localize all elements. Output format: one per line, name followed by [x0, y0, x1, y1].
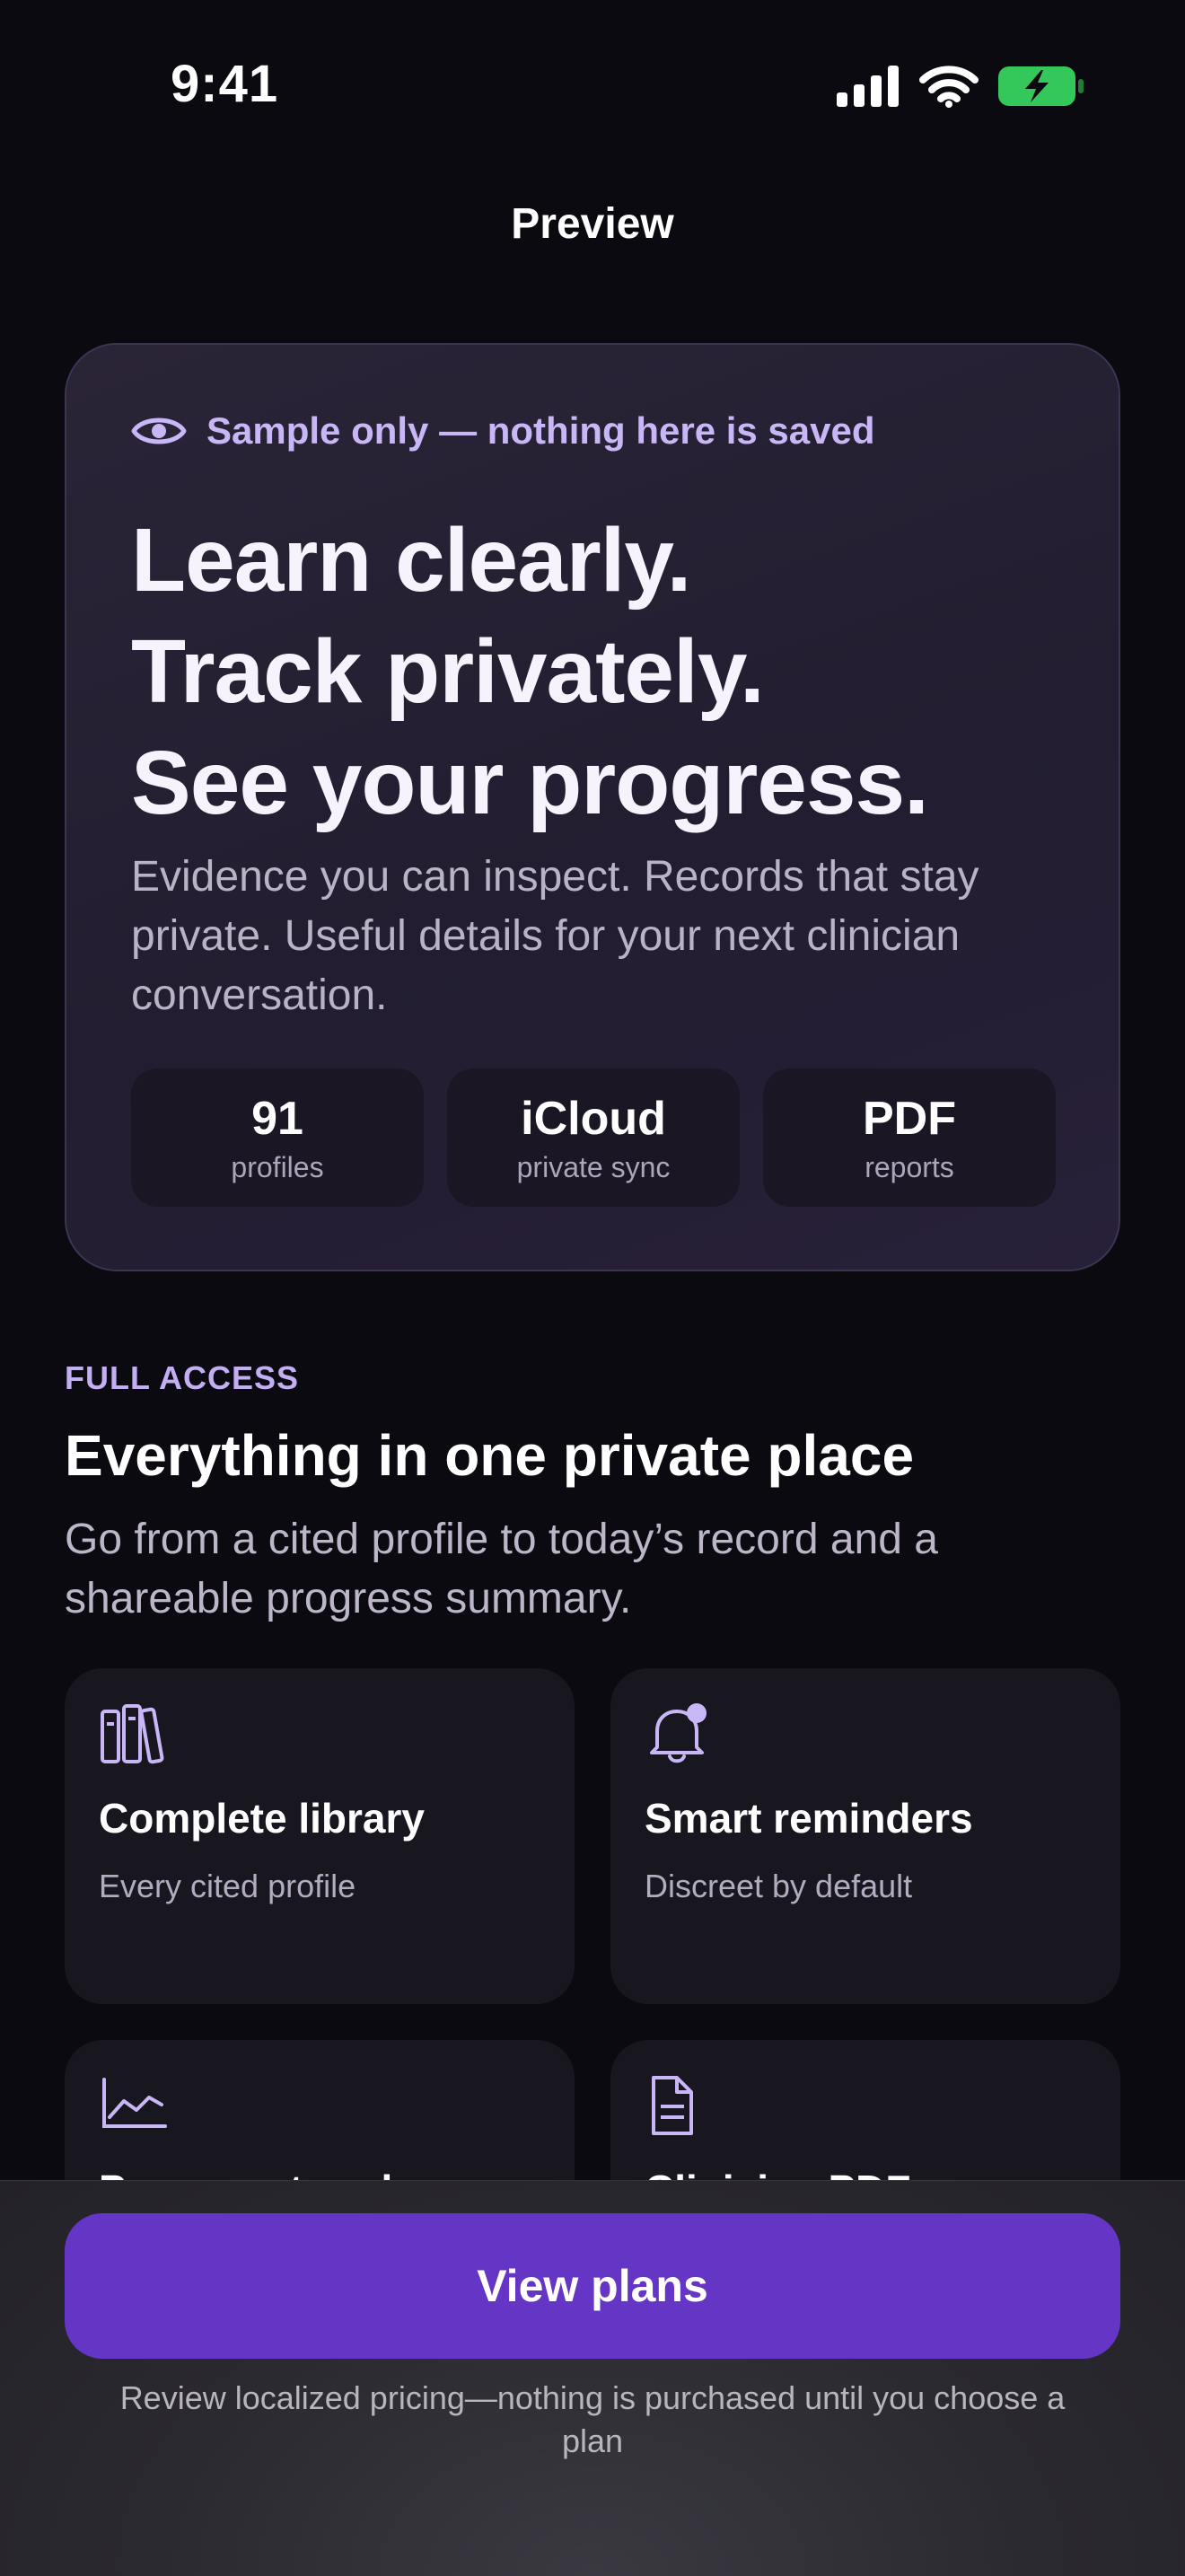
stat-value: 91 — [251, 1092, 303, 1145]
hero-title-line: See your progress. — [131, 733, 929, 833]
cta-note: Review localized pricing—nothing is purc… — [119, 2379, 1066, 2459]
status-bar: 9:41 — [0, 0, 1185, 171]
stat-value: iCloud — [521, 1092, 666, 1145]
stat-label: private sync — [516, 1150, 671, 1183]
stat-label: reports — [865, 1150, 954, 1183]
status-icons — [837, 65, 1084, 108]
feature-subtitle: Discreet by default — [645, 1868, 913, 1904]
sample-notice: Sample only — nothing here is saved — [131, 409, 875, 453]
eye-icon — [131, 418, 187, 444]
hero-title-line: Track privately. — [131, 621, 765, 722]
section-title: Everything in one private place — [65, 1423, 915, 1488]
bottom-cta-bar: View plans Review localized pricing—noth… — [0, 2180, 1185, 2576]
feature-card-reminders[interactable]: Smart reminders Discreet by default — [610, 1668, 1120, 2004]
document-icon — [652, 2076, 693, 2135]
feature-title: Complete library — [99, 1795, 425, 1842]
library-icon — [101, 1704, 164, 1764]
feature-title: Smart reminders — [645, 1795, 973, 1842]
feature-card-library[interactable]: Complete library Every cited profile — [65, 1668, 575, 2004]
section-eyebrow: FULL ACCESS — [65, 1359, 300, 1396]
stat-label: profiles — [231, 1150, 324, 1183]
battery-charging-icon — [998, 66, 1084, 106]
hero-subtitle: Evidence you can inspect. Records that s… — [131, 853, 979, 1019]
cellular-signal-icon — [837, 66, 899, 107]
view-plans-button[interactable]: View plans — [65, 2213, 1120, 2359]
status-time: 9:41 — [171, 55, 279, 113]
stat-value: PDF — [863, 1092, 956, 1145]
hero-card: Sample only — nothing here is saved Lear… — [65, 343, 1120, 1271]
nav-title: Preview — [511, 200, 674, 248]
stat-profiles: 91 profiles — [131, 1068, 424, 1207]
sample-notice-text: Sample only — nothing here is saved — [206, 409, 875, 452]
section-subtitle: Go from a cited profile to today’s recor… — [65, 1516, 938, 1622]
stats-row: 91 profiles iCloud private sync PDF repo… — [131, 1068, 1056, 1207]
stat-reports: PDF reports — [763, 1068, 1056, 1207]
hero-title-line: Learn clearly. — [131, 510, 691, 611]
wifi-icon — [919, 66, 979, 108]
stat-sync: iCloud private sync — [447, 1068, 740, 1207]
bell-badge-icon — [650, 1703, 707, 1763]
hero-title: Learn clearly. Track privately. See your… — [131, 505, 929, 839]
feature-subtitle: Every cited profile — [99, 1868, 356, 1904]
chart-line-icon — [102, 2078, 167, 2128]
